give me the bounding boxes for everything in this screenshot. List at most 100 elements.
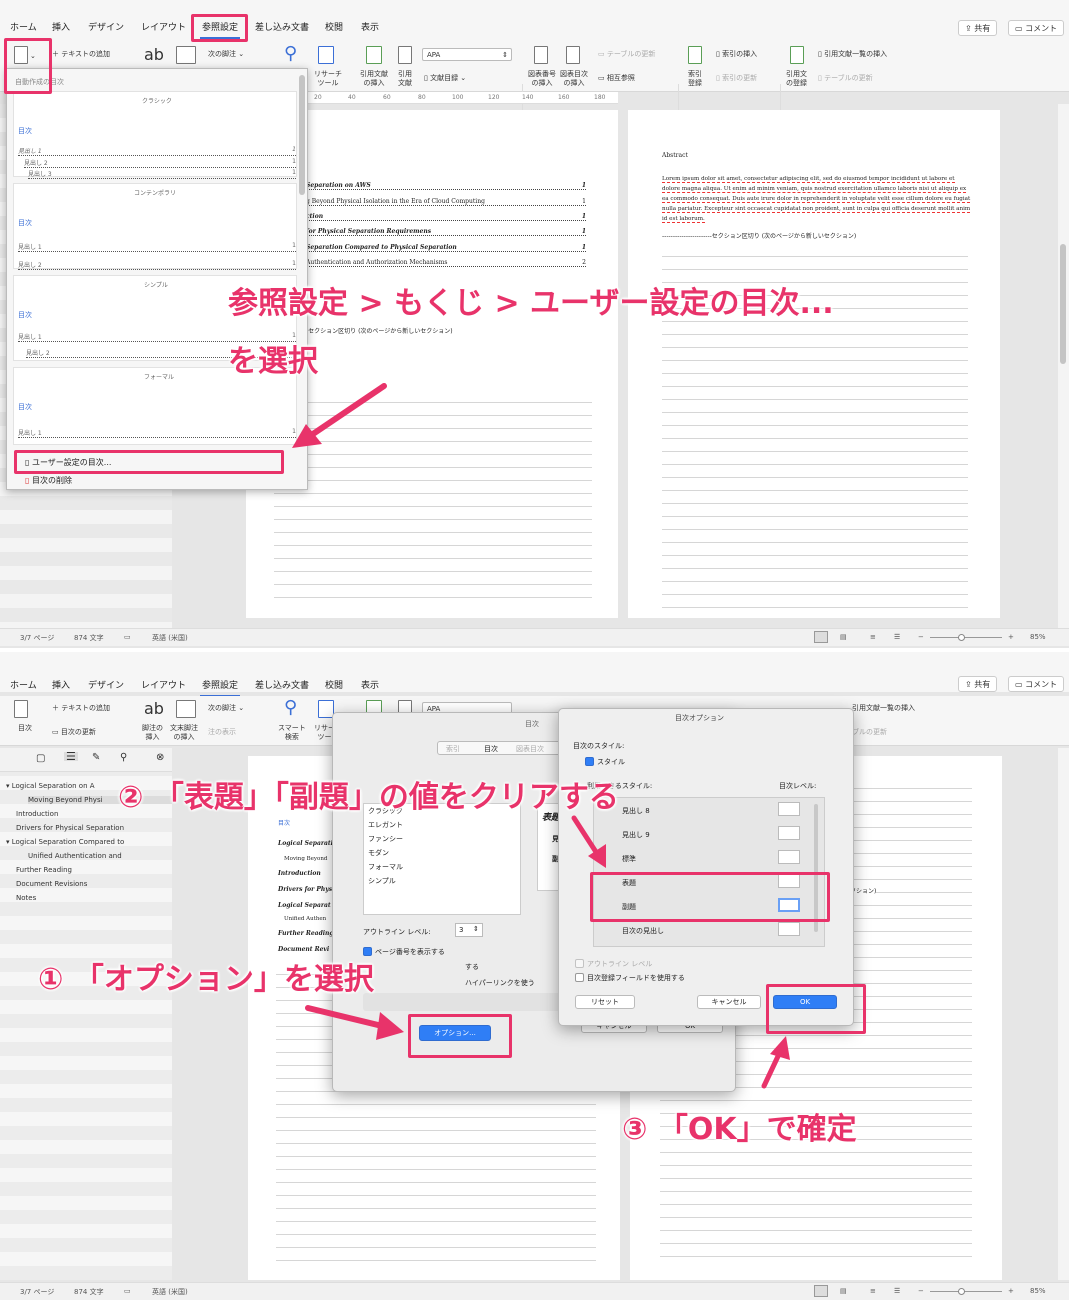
outline-level-stepper[interactable]: 3 ⇕ <box>455 923 483 937</box>
nav-item[interactable]: Introduction <box>16 810 58 818</box>
next-footnote-button[interactable]: 次の脚注 ⌄ <box>208 704 244 713</box>
nav-item[interactable]: ▾ Logical Separation on A <box>6 782 95 790</box>
research-tool-label[interactable]: リサーチ ツール <box>314 70 342 88</box>
tab-layout[interactable]: レイアウト <box>141 678 186 691</box>
share-button[interactable]: ⇪ 共有 <box>958 676 998 692</box>
tab-insert[interactable]: 挿入 <box>52 678 70 691</box>
tab-insert[interactable]: 挿入 <box>52 20 70 33</box>
format-option[interactable]: シンプル <box>368 876 396 886</box>
outline-levels-checkbox[interactable] <box>575 959 584 968</box>
style-level-input[interactable] <box>778 802 800 816</box>
mark-citation-label[interactable]: 引用文 の登録 <box>786 70 807 88</box>
update-table-button[interactable]: ▭ テーブルの更新 <box>598 50 655 59</box>
draft-icon[interactable]: ☰ <box>894 633 900 641</box>
tab-table-of-figures[interactable]: 図表目次 <box>516 744 544 754</box>
style-level-input[interactable] <box>778 826 800 840</box>
citation-label[interactable]: 引用 文献 <box>398 70 412 88</box>
options-cancel-button[interactable]: キャンセル <box>697 995 761 1009</box>
smart-lookup-label[interactable]: スマート 検索 <box>278 724 306 742</box>
comment-button[interactable]: ▭ コメント <box>1008 676 1065 692</box>
mark-citation-icon[interactable] <box>790 46 804 64</box>
format-option[interactable]: エレガント <box>368 820 403 830</box>
tab-review[interactable]: 校閲 <box>325 20 343 33</box>
table-entry-fields-checkbox[interactable] <box>575 973 584 982</box>
update-toa-button[interactable]: ブルの更新 <box>852 728 887 737</box>
tab-index[interactable]: 索引 <box>446 744 460 754</box>
zoom-in-icon[interactable]: + <box>1008 633 1014 641</box>
update-index-button[interactable]: ▯ 索引の更新 <box>716 74 757 83</box>
proofing-icon[interactable]: ▭ <box>124 633 131 641</box>
vertical-scrollbar[interactable] <box>1058 104 1069 628</box>
tab-view[interactable]: 表示 <box>361 678 379 691</box>
nav-item[interactable]: Notes <box>16 894 36 902</box>
status-language[interactable]: 英語 (米国) <box>152 1287 188 1297</box>
zoom-slider-thumb[interactable] <box>958 634 965 641</box>
insert-caption-label[interactable]: 図表番号 の挿入 <box>528 70 556 88</box>
footnote-icon[interactable]: ab <box>144 46 164 64</box>
tab-home[interactable]: ホーム <box>10 20 37 33</box>
toc-gallery-item[interactable]: コンテンポラリ 目次 見出し 11 見出し 21 <box>13 183 297 270</box>
format-option[interactable]: ファンシー <box>368 834 403 844</box>
tab-mailings[interactable]: 差し込み文書 <box>255 20 309 33</box>
insert-toc-figures-label[interactable]: 図表目次 の挿入 <box>560 70 588 88</box>
add-text-button[interactable]: ＋ テキストの追加 <box>52 50 110 59</box>
zoom-in-icon[interactable]: + <box>1008 1287 1014 1295</box>
nav-item[interactable]: Unified Authentication and <box>28 852 122 860</box>
nav-item[interactable]: Document Revisions <box>16 880 87 888</box>
tab-home[interactable]: ホーム <box>10 678 37 691</box>
styles-checkbox[interactable] <box>585 757 594 766</box>
add-text-button[interactable]: ＋ テキストの追加 <box>52 704 110 713</box>
search-icon[interactable]: ⚲ <box>284 698 297 718</box>
print-layout-icon[interactable] <box>814 1285 828 1297</box>
scrollbar-thumb[interactable] <box>1060 244 1066 364</box>
style-level-input[interactable] <box>778 922 800 936</box>
dropdown-scrollbar[interactable] <box>299 75 305 195</box>
tab-review[interactable]: 校閲 <box>325 678 343 691</box>
web-layout-icon[interactable]: ▤ <box>840 633 847 641</box>
search-icon[interactable]: ⚲ <box>120 753 127 763</box>
status-language[interactable]: 英語 (米国) <box>152 633 188 643</box>
citation-style-select[interactable]: APA ⇕ <box>422 48 512 61</box>
toc-label[interactable]: 目次 <box>18 724 32 733</box>
show-notes-button[interactable]: 注の表示 <box>208 728 236 737</box>
tab-toc[interactable]: 目次 <box>484 744 498 754</box>
mark-entry-icon[interactable] <box>688 46 702 64</box>
update-toa-button[interactable]: ▯ テーブルの更新 <box>818 74 873 83</box>
cross-reference-button[interactable]: ▭ 相互参照 <box>598 74 635 83</box>
insert-citation-icon[interactable] <box>366 46 382 64</box>
next-footnote-button[interactable]: 次の脚注 ⌄ <box>208 50 244 59</box>
bibliography-button[interactable]: ▯ 文献目録 ⌄ <box>424 74 466 83</box>
endnote-icon[interactable] <box>176 46 196 64</box>
research-icon[interactable] <box>318 46 334 64</box>
share-button[interactable]: ⇪ 共有 <box>958 20 998 36</box>
tab-references[interactable]: 参照設定 <box>199 678 241 697</box>
insert-index-button[interactable]: ▯ 索引の挿入 <box>716 50 757 59</box>
tab-view[interactable]: 表示 <box>361 20 379 33</box>
close-icon[interactable]: ⊗ <box>156 753 164 763</box>
comment-button[interactable]: ▭ コメント <box>1008 20 1065 36</box>
proofing-icon[interactable]: ▭ <box>124 1287 131 1295</box>
remove-toc-menu-item[interactable]: ▯ 目次の削除 <box>25 475 72 486</box>
footnote-icon[interactable]: ab <box>144 700 164 718</box>
insert-caption-icon[interactable] <box>534 46 548 64</box>
edit-icon[interactable]: ✎ <box>92 753 100 763</box>
zoom-slider[interactable] <box>930 637 1002 638</box>
outline-icon[interactable]: ≡ <box>870 1287 876 1295</box>
zoom-slider-thumb[interactable] <box>958 1288 965 1295</box>
tab-design[interactable]: デザイン <box>88 678 124 691</box>
zoom-level[interactable]: 85% <box>1030 633 1046 641</box>
thumbnails-icon[interactable]: ▢ <box>36 754 45 764</box>
print-layout-icon[interactable] <box>814 631 828 643</box>
zoom-level[interactable]: 85% <box>1030 1287 1046 1295</box>
insert-toa-button[interactable]: ▯ 引用文献一覧の挿入 <box>818 50 887 59</box>
format-list[interactable]: クラシック エレガント ファンシー モダン フォーマル シンプル <box>363 803 521 915</box>
reset-button[interactable]: リセット <box>575 995 635 1009</box>
toc-gallery-item[interactable]: クラシック 目次 見出し 11 見出し 21 見出し 31 <box>13 91 297 179</box>
insert-endnote-label[interactable]: 文末脚注 の挿入 <box>170 724 198 742</box>
citation-icon[interactable] <box>398 46 412 64</box>
zoom-slider[interactable] <box>930 1291 1002 1292</box>
draft-icon[interactable]: ☰ <box>894 1287 900 1295</box>
insert-citation-label[interactable]: 引用文献 の挿入 <box>360 70 388 88</box>
outline-list-icon[interactable]: ☰ <box>64 751 78 762</box>
toc-icon[interactable] <box>14 700 28 718</box>
